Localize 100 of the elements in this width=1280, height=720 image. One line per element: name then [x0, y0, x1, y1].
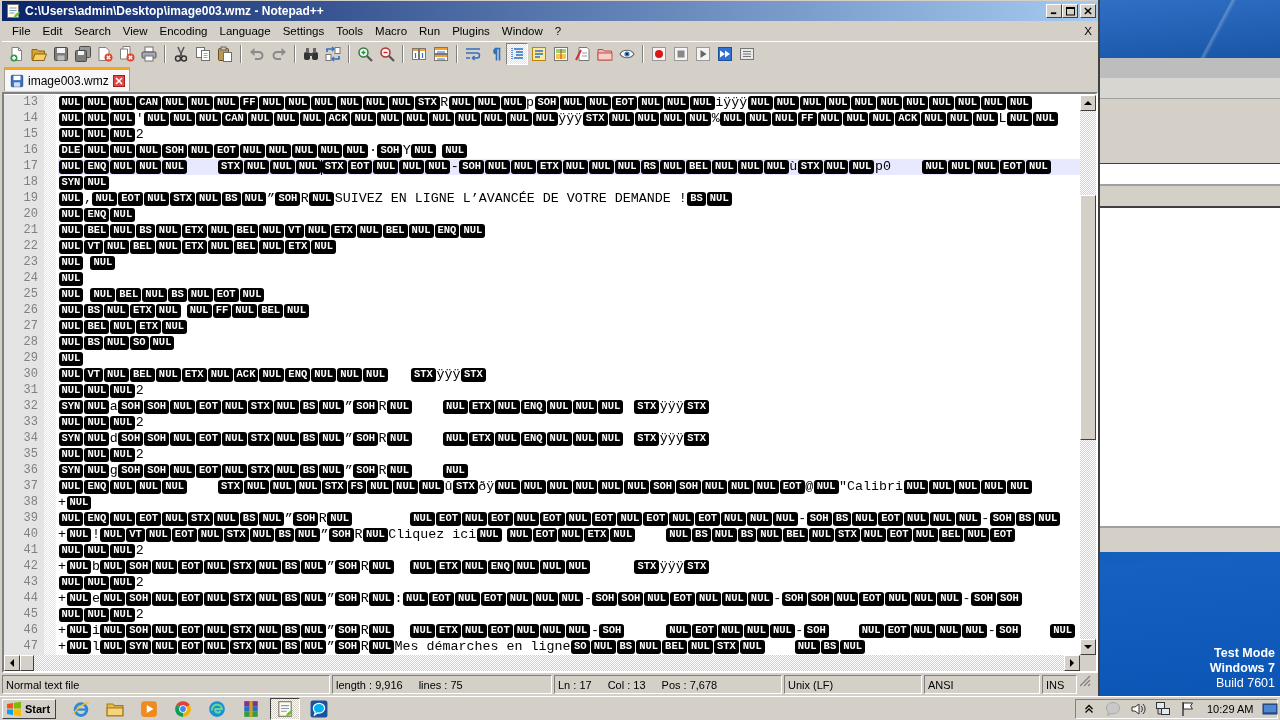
- file-text: 2: [135, 383, 144, 399]
- control-character: NUL: [110, 448, 136, 462]
- file-text: ”: [266, 191, 275, 207]
- close-icon[interactable]: [112, 74, 125, 87]
- resize-grip-icon[interactable]: [1079, 675, 1091, 687]
- control-character: NUL: [660, 160, 686, 174]
- control-character: NUL: [221, 464, 247, 478]
- close-button[interactable]: [1080, 4, 1096, 18]
- control-character: NUL: [799, 96, 825, 110]
- scroll-right-button[interactable]: [1064, 655, 1080, 671]
- line-number: 32: [23, 399, 38, 415]
- control-character: NUL: [255, 624, 281, 638]
- control-character: NUL: [100, 528, 126, 542]
- control-character: SOH: [989, 512, 1015, 526]
- file-text: L: [998, 111, 1007, 127]
- file-tab[interactable]: image003.wmz: [4, 67, 130, 91]
- menu-item[interactable]: Macro: [369, 25, 414, 37]
- maximize-button[interactable]: [1062, 4, 1078, 18]
- control-character: NUL: [411, 144, 437, 158]
- menu-item[interactable]: Settings: [276, 25, 331, 37]
- control-character: EOT: [487, 512, 513, 526]
- control-character: SYN: [58, 400, 84, 414]
- control-character: NUL: [598, 432, 624, 446]
- menu-item[interactable]: Plugins: [446, 25, 496, 37]
- control-character: NUL: [170, 400, 196, 414]
- control-character: NUL: [84, 448, 110, 462]
- archive-icon[interactable]: [242, 699, 261, 718]
- control-character: SOH: [144, 432, 170, 446]
- show-desktop-icon[interactable]: [1262, 700, 1279, 717]
- control-character: NUL: [617, 512, 643, 526]
- control-character: BEL: [116, 288, 142, 302]
- control-character: NUL: [532, 112, 558, 126]
- scroll-down-button[interactable]: [1080, 639, 1096, 655]
- menu-item[interactable]: Edit: [36, 25, 69, 37]
- control-character: NUL: [110, 208, 136, 222]
- notepad-icon[interactable]: [276, 699, 295, 718]
- control-character: FF: [212, 304, 232, 318]
- browser-icon[interactable]: [174, 699, 193, 718]
- menu-item[interactable]: Run: [413, 25, 447, 37]
- browser-icon[interactable]: [72, 699, 91, 718]
- taskbar-button[interactable]: [270, 697, 301, 720]
- control-character: NUL: [753, 480, 779, 494]
- media-player-icon[interactable]: [140, 699, 159, 718]
- line-number: 36: [23, 463, 38, 479]
- control-character: NUL: [221, 400, 247, 414]
- vertical-scrollbar[interactable]: [1080, 95, 1096, 655]
- control-character: NUL: [369, 624, 395, 638]
- control-character: NUL: [461, 560, 487, 574]
- menu-item[interactable]: Window: [495, 25, 549, 37]
- control-character: NUL: [843, 112, 869, 126]
- control-character: NUL: [291, 144, 317, 158]
- file-text: -: [450, 159, 459, 175]
- control-character: NUL: [885, 592, 911, 606]
- menu-item[interactable]: Search: [68, 25, 117, 37]
- file-text: +: [58, 639, 66, 655]
- control-character: FF: [797, 112, 817, 126]
- speaker-icon[interactable]: [1130, 700, 1146, 717]
- scrollbar-thumb[interactable]: [1080, 195, 1096, 440]
- control-character: ENQ: [487, 560, 513, 574]
- control-character: BS: [820, 640, 840, 654]
- control-character: NUL: [454, 592, 480, 606]
- menu-item[interactable]: Language: [213, 25, 277, 37]
- file-text: -: [590, 623, 599, 639]
- control-character: BS: [239, 512, 259, 526]
- file-text: ”: [326, 559, 335, 575]
- menu-item[interactable]: View: [116, 25, 154, 37]
- control-character: BEL: [938, 528, 964, 542]
- file-text: û: [444, 479, 453, 495]
- clock[interactable]: 10:29 AM: [1207, 702, 1254, 715]
- close-document-button[interactable]: X: [1084, 25, 1092, 37]
- control-character: NUL: [84, 112, 110, 126]
- control-character: NUL: [849, 160, 875, 174]
- start-button[interactable]: Start: [2, 698, 57, 719]
- menu-item[interactable]: File: [6, 25, 37, 37]
- control-character: NUL: [809, 528, 834, 542]
- control-character: NUL: [249, 528, 275, 542]
- menu-item[interactable]: Encoding: [153, 25, 214, 37]
- chat-bubble-icon[interactable]: [310, 699, 329, 718]
- menu-item[interactable]: Tools: [330, 25, 370, 37]
- status-text: ANSI: [928, 678, 954, 691]
- network-icon[interactable]: [1155, 700, 1171, 717]
- control-character: NUL: [408, 224, 434, 238]
- menu-item[interactable]: ?: [548, 25, 568, 37]
- control-character: NUL: [911, 592, 937, 606]
- control-character: NUL: [255, 592, 281, 606]
- control-character: EOT: [213, 144, 239, 158]
- control-character: NUL: [429, 112, 455, 126]
- scroll-up-button[interactable]: [1080, 95, 1096, 111]
- horizontal-scrollbar[interactable]: [4, 655, 1080, 671]
- minimize-button[interactable]: [1046, 4, 1062, 18]
- file-text: -: [962, 591, 971, 607]
- control-character: NUL: [319, 400, 345, 414]
- control-character: NUL: [144, 192, 170, 206]
- window-title: C:\Users\admin\Desktop\image003.wmz - Notepad++: [25, 4, 324, 18]
- control-character: ACK: [233, 368, 259, 382]
- line-number: 15: [23, 127, 38, 143]
- scroll-left-button[interactable]: [4, 655, 20, 671]
- control-character: NUL: [565, 512, 591, 526]
- flag-icon[interactable]: [1180, 700, 1196, 717]
- scrollbar-thumb[interactable]: [20, 655, 34, 671]
